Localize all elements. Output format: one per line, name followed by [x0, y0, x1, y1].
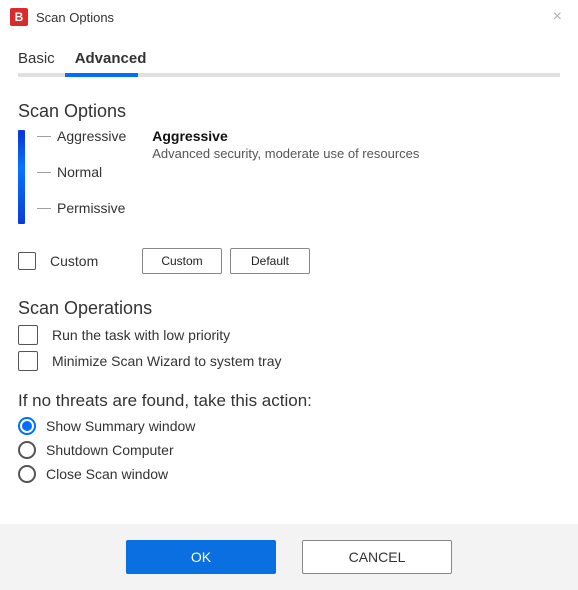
- level-label: Permissive: [57, 200, 125, 216]
- op-label: Run the task with low priority: [52, 327, 230, 343]
- tab-advanced[interactable]: Advanced: [75, 50, 147, 73]
- radio-icon[interactable]: [18, 465, 36, 483]
- titlebar: B Scan Options ×: [0, 0, 578, 32]
- ok-button[interactable]: OK: [126, 540, 276, 574]
- scan-operations-heading: Scan Operations: [18, 298, 560, 319]
- slider-track: [18, 130, 25, 224]
- scan-operations-section: Scan Operations Run the task with low pr…: [18, 298, 560, 371]
- default-button[interactable]: Default: [230, 248, 310, 274]
- no-threats-heading: If no threats are found, take this actio…: [18, 391, 560, 411]
- tab-bar: Basic Advanced: [0, 32, 578, 73]
- custom-checkbox[interactable]: [18, 252, 36, 270]
- level-label: Normal: [57, 164, 102, 180]
- content-area: Scan Options —Aggressive —Normal —Permis…: [0, 77, 578, 524]
- checkbox-minimize-tray[interactable]: [18, 351, 38, 371]
- custom-label: Custom: [50, 253, 142, 269]
- radio-label: Close Scan window: [46, 466, 168, 482]
- radio-icon[interactable]: [18, 441, 36, 459]
- level-permissive[interactable]: —Permissive: [37, 200, 126, 236]
- radio-icon[interactable]: [18, 417, 36, 435]
- checkbox-low-priority[interactable]: [18, 325, 38, 345]
- custom-button[interactable]: Custom: [142, 248, 222, 274]
- cancel-button[interactable]: CANCEL: [302, 540, 452, 574]
- window-title: Scan Options: [36, 10, 547, 25]
- op-minimize-tray[interactable]: Minimize Scan Wizard to system tray: [18, 351, 560, 371]
- selected-level-title: Aggressive: [152, 128, 419, 144]
- selected-level-description: Aggressive Advanced security, moderate u…: [152, 126, 419, 161]
- app-icon: B: [10, 8, 28, 26]
- level-label: Aggressive: [57, 128, 126, 144]
- tab-active-indicator: [65, 73, 138, 77]
- tab-underline: [18, 73, 560, 77]
- scan-level-row: —Aggressive —Normal —Permissive Aggressi…: [18, 126, 560, 236]
- close-icon[interactable]: ×: [547, 9, 568, 25]
- radio-label: Shutdown Computer: [46, 442, 174, 458]
- radio-label: Show Summary window: [46, 418, 195, 434]
- radio-shutdown[interactable]: Shutdown Computer: [18, 441, 560, 459]
- dialog-footer: OK CANCEL: [0, 524, 578, 590]
- scan-level-slider[interactable]: —Aggressive —Normal —Permissive: [18, 126, 126, 236]
- tab-basic[interactable]: Basic: [18, 50, 55, 73]
- scan-options-dialog: B Scan Options × Basic Advanced Scan Opt…: [0, 0, 578, 590]
- op-low-priority[interactable]: Run the task with low priority: [18, 325, 560, 345]
- scan-options-heading: Scan Options: [18, 101, 560, 122]
- level-aggressive[interactable]: —Aggressive: [37, 128, 126, 164]
- level-normal[interactable]: —Normal: [37, 164, 126, 200]
- slider-labels: —Aggressive —Normal —Permissive: [37, 126, 126, 236]
- radio-close-window[interactable]: Close Scan window: [18, 465, 560, 483]
- radio-show-summary[interactable]: Show Summary window: [18, 417, 560, 435]
- selected-level-subtitle: Advanced security, moderate use of resou…: [152, 146, 419, 161]
- custom-row: Custom Custom Default: [18, 248, 560, 274]
- op-label: Minimize Scan Wizard to system tray: [52, 353, 282, 369]
